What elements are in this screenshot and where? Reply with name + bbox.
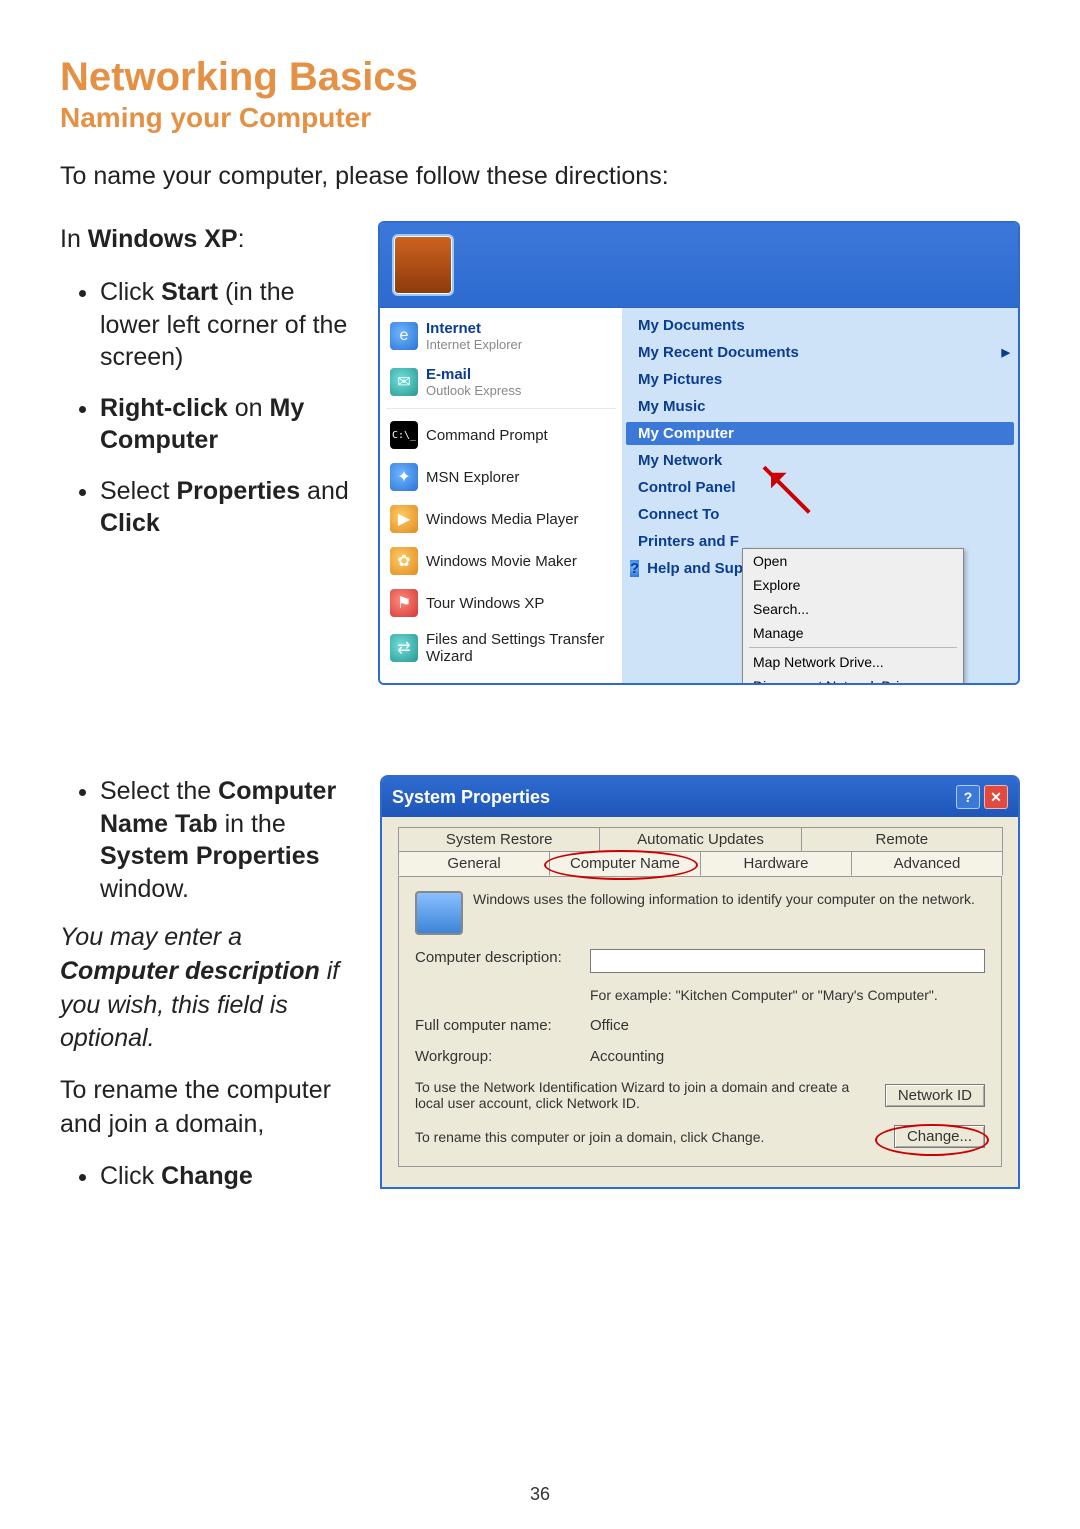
divider — [749, 647, 957, 648]
right-item-network[interactable]: My Network — [626, 449, 1014, 472]
start-item-fast[interactable]: ⇄ Files and Settings Transfer Wizard — [386, 627, 616, 669]
ie-icon: e — [390, 322, 418, 350]
page-subtitle: Naming your Computer — [60, 102, 1020, 134]
start-menu-screenshot: e Internet Internet Explorer ✉ E-mail Ou… — [378, 221, 1020, 685]
start-item-internet[interactable]: e Internet Internet Explorer — [386, 316, 616, 356]
ctx-map[interactable]: Map Network Drive... — [743, 650, 963, 674]
step-click-start: Click Start (in the lower left corner of… — [100, 276, 360, 374]
chevron-right-icon: ▶ — [1002, 346, 1010, 359]
start-item-cmd[interactable]: C:\_ Command Prompt — [386, 417, 616, 453]
cmd-icon: C:\_ — [390, 421, 418, 449]
monitor-icon — [415, 891, 463, 935]
window-title-bar: System Properties ? ✕ — [382, 777, 1018, 817]
right-item-music[interactable]: My Music — [626, 395, 1014, 418]
start-menu-right-column: My Documents My Recent Documents ▶ My Pi… — [622, 308, 1018, 683]
intro-text: To name your computer, please follow the… — [60, 162, 1020, 191]
rename-text: To rename the computer and join a domain… — [60, 1074, 360, 1142]
ctx-search[interactable]: Search... — [743, 597, 963, 621]
value-workgroup: Accounting — [590, 1048, 664, 1065]
label-workgroup: Workgroup: — [415, 1048, 580, 1065]
tab-remote[interactable]: Remote — [801, 827, 1003, 851]
start-item-email[interactable]: ✉ E-mail Outlook Express — [386, 362, 616, 402]
right-item-my-computer[interactable]: My Computer — [626, 422, 1014, 445]
start-menu-header — [380, 223, 1018, 308]
value-full-name: Office — [590, 1017, 629, 1034]
tour-icon: ⚑ — [390, 589, 418, 617]
system-properties-window: System Properties ? ✕ System Restore Aut… — [380, 775, 1020, 1189]
input-computer-description[interactable] — [590, 949, 985, 973]
instructions-col-2: Select the Computer Name Tab in the Syst… — [60, 775, 360, 1208]
tab-auto-updates[interactable]: Automatic Updates — [599, 827, 801, 851]
right-item-pics[interactable]: My Pictures — [626, 368, 1014, 391]
context-menu: Open Explore Search... Manage Map Networ… — [742, 548, 964, 685]
step-right-click: Right-click on My Computer — [100, 392, 360, 457]
tab-content: Windows uses the following information t… — [398, 876, 1002, 1167]
identify-text: Windows uses the following information t… — [473, 891, 975, 907]
window-title: System Properties — [392, 787, 550, 808]
tab-computer-name[interactable]: Computer Name — [549, 851, 701, 876]
msn-icon: ✦ — [390, 463, 418, 491]
close-button[interactable]: ✕ — [984, 785, 1008, 809]
fast-icon: ⇄ — [390, 634, 418, 662]
tab-system-restore[interactable]: System Restore — [398, 827, 600, 851]
os-name: Windows XP — [88, 225, 238, 253]
help-icon: ? — [630, 560, 639, 577]
label-computer-description: Computer description: — [415, 949, 580, 966]
right-item-control-panel[interactable]: Control Panel — [626, 476, 1014, 499]
optional-note: You may enter a Computer description if … — [60, 921, 360, 1056]
page-number: 36 — [0, 1484, 1080, 1505]
step-select-tab: Select the Computer Name Tab in the Syst… — [100, 775, 360, 905]
label-full-name: Full computer name: — [415, 1017, 580, 1034]
network-id-button[interactable]: Network ID — [885, 1084, 985, 1107]
instructions-col-1: In Windows XP: Click Start (in the lower… — [60, 221, 360, 558]
wmm-icon: ✿ — [390, 547, 418, 575]
step-click-change: Click Change — [100, 1160, 360, 1193]
start-item-wmp[interactable]: ▶ Windows Media Player — [386, 501, 616, 537]
right-item-recent[interactable]: My Recent Documents ▶ — [626, 341, 1014, 364]
step-properties: Select Properties and Click — [100, 475, 360, 540]
right-item-docs[interactable]: My Documents — [626, 314, 1014, 337]
change-button[interactable]: Change... — [894, 1125, 985, 1148]
user-avatar-icon — [392, 234, 454, 296]
start-menu-left-column: e Internet Internet Explorer ✉ E-mail Ou… — [380, 308, 622, 683]
start-item-msn[interactable]: ✦ MSN Explorer — [386, 459, 616, 495]
mail-icon: ✉ — [390, 368, 418, 396]
ctx-open[interactable]: Open — [743, 549, 963, 573]
change-text: To rename this computer or join a domain… — [415, 1129, 884, 1145]
divider — [386, 408, 616, 409]
ctx-explore[interactable]: Explore — [743, 573, 963, 597]
example-text: For example: "Kitchen Computer" or "Mary… — [590, 987, 938, 1003]
start-item-tour[interactable]: ⚑ Tour Windows XP — [386, 585, 616, 621]
tabs: System Restore Automatic Updates Remote … — [382, 817, 1018, 876]
help-button[interactable]: ? — [956, 785, 980, 809]
right-item-connect[interactable]: Connect To — [626, 503, 1014, 526]
ctx-disconnect[interactable]: Disconnect Network Drive... — [743, 674, 963, 685]
page-title: Networking Basics — [60, 55, 1020, 100]
ctx-manage[interactable]: Manage — [743, 621, 963, 645]
netid-text: To use the Network Identification Wizard… — [415, 1079, 875, 1111]
tab-hardware[interactable]: Hardware — [700, 851, 852, 876]
tab-advanced[interactable]: Advanced — [851, 851, 1003, 876]
start-item-wmm[interactable]: ✿ Windows Movie Maker — [386, 543, 616, 579]
wmp-icon: ▶ — [390, 505, 418, 533]
tab-general[interactable]: General — [398, 851, 550, 876]
